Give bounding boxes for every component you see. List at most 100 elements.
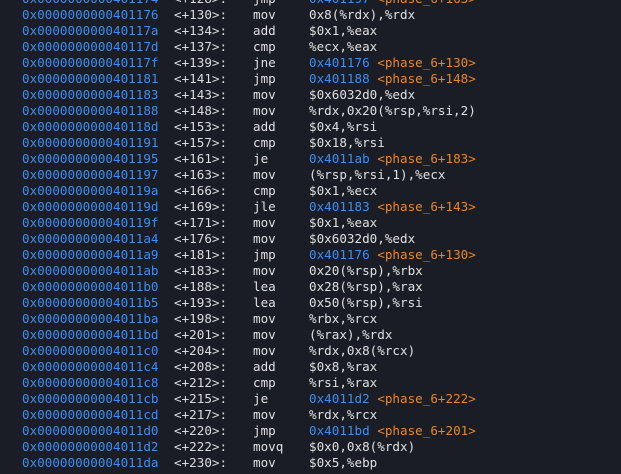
- instruction-operands: $0x18,%rsi: [309, 135, 385, 150]
- jump-target-symbol: <phase_6+163>: [377, 0, 476, 6]
- instruction-offset: <+148>:: [174, 103, 228, 118]
- instruction-mnemonic: jle: [253, 199, 276, 214]
- instruction-address: 0x00000000004011a4: [22, 231, 159, 246]
- instruction-address: 0x00000000004011d0: [22, 423, 159, 438]
- instruction-offset: <+130>:: [174, 7, 228, 22]
- jump-target-address: 0x401188: [309, 71, 370, 86]
- jump-target-address: 0x401176: [309, 247, 370, 262]
- instruction-operands: $0x6032d0,%edx: [309, 231, 416, 246]
- disassembly-row: 0x0000000000401197 <+163>: mov (%rsp,%rsi,1…: [0, 167, 621, 183]
- instruction-offset: <+230>:: [174, 455, 228, 470]
- instruction-offset: <+139>:: [174, 55, 228, 70]
- disassembly-row: 0x00000000004011a4 <+176>: mov $0x6032d0,%e…: [0, 231, 621, 247]
- instruction-mnemonic: cmp: [253, 39, 276, 54]
- jump-operand: 0x4011bd <phase_6+201>: [309, 423, 476, 439]
- disassembly-row: 0x00000000004011c0 <+204>: mov %rdx,0x8(%rc…: [0, 343, 621, 359]
- instruction-operands: $0x6032d0,%edx: [309, 87, 416, 102]
- instruction-offset: <+141>:: [174, 71, 228, 86]
- jump-target-address: 0x4011bd: [309, 423, 370, 438]
- instruction-mnemonic: mov: [253, 311, 276, 326]
- instruction-offset: <+181>:: [174, 247, 228, 262]
- instruction-offset: <+222>:: [174, 439, 228, 454]
- instruction-address: 0x00000000004011bd: [22, 327, 159, 342]
- instruction-address: 0x000000000040118d: [22, 119, 159, 134]
- disassembly-row: 0x00000000004011ba <+198>: mov %rbx,%rcx: [0, 311, 621, 327]
- jump-operand: 0x401176 <phase_6+130>: [309, 247, 476, 263]
- disassembly-view[interactable]: 0x0000000000401174 <+128>: jmp 0x401197 <ph…: [0, 0, 621, 471]
- instruction-offset: <+157>:: [174, 135, 228, 150]
- instruction-offset: <+161>:: [174, 151, 228, 166]
- instruction-mnemonic: lea: [253, 279, 276, 294]
- disassembly-row: 0x00000000004011cd <+217>: mov %rdx,%rcx: [0, 407, 621, 423]
- disassembly-row: 0x000000000040117f <+139>: jne 0x401176 <ph…: [0, 55, 621, 71]
- instruction-mnemonic: cmp: [253, 135, 276, 150]
- instruction-operands: $0x1,%eax: [309, 215, 378, 230]
- instruction-operands: (%rsp,%rsi,1),%ecx: [309, 167, 446, 182]
- disassembly-row: 0x000000000040119f <+171>: mov $0x1,%eax: [0, 215, 621, 231]
- instruction-mnemonic: add: [253, 23, 276, 38]
- disassembly-row: 0x00000000004011a9 <+181>: jmp 0x401176 <ph…: [0, 247, 621, 263]
- instruction-mnemonic: je: [253, 151, 269, 166]
- jump-operand: 0x401176 <phase_6+130>: [309, 55, 476, 71]
- jump-target-address: 0x4011d2: [309, 391, 370, 406]
- jump-operand: 0x401183 <phase_6+143>: [309, 199, 476, 215]
- disassembly-row: 0x0000000000401188 <+148>: mov %rdx,0x20(%r…: [0, 103, 621, 119]
- instruction-operands: %rdx,%rcx: [309, 407, 378, 422]
- instruction-offset: <+201>:: [174, 327, 228, 342]
- disassembly-row: 0x0000000000401195 <+161>: je 0x4011ab <pha…: [0, 151, 621, 167]
- instruction-address: 0x0000000000401191: [22, 135, 159, 150]
- instruction-address: 0x00000000004011c4: [22, 359, 159, 374]
- instruction-mnemonic: jmp: [253, 71, 276, 86]
- disassembly-row: 0x000000000040117a <+134>: add $0x1,%eax: [0, 23, 621, 39]
- disassembly-row: 0x00000000004011ab <+183>: mov 0x20(%rsp),%…: [0, 263, 621, 279]
- instruction-address: 0x00000000004011cb: [22, 391, 159, 406]
- instruction-operands: %rdx,0x8(%rcx): [309, 343, 416, 358]
- instruction-offset: <+166>:: [174, 183, 228, 198]
- jump-target-symbol: <phase_6+143>: [377, 199, 476, 214]
- instruction-address: 0x0000000000401183: [22, 87, 159, 102]
- disassembly-row: 0x00000000004011d0 <+220>: jmp 0x4011bd <ph…: [0, 423, 621, 439]
- instruction-operands: 0x8(%rdx),%rdx: [309, 7, 416, 22]
- disassembly-row: 0x000000000040119d <+169>: jle 0x401183 <ph…: [0, 199, 621, 215]
- disassembly-row: 0x00000000004011c8 <+212>: cmp %rsi,%rax: [0, 375, 621, 391]
- jump-target-symbol: <phase_6+201>: [377, 423, 476, 438]
- instruction-offset: <+183>:: [174, 263, 228, 278]
- instruction-offset: <+171>:: [174, 215, 228, 230]
- instruction-offset: <+176>:: [174, 231, 228, 246]
- instruction-operands: %rbx,%rcx: [309, 311, 378, 326]
- instruction-offset: <+163>:: [174, 167, 228, 182]
- instruction-operands: $0x5,%ebp: [309, 455, 378, 470]
- instruction-mnemonic: mov: [253, 327, 276, 342]
- instruction-mnemonic: add: [253, 359, 276, 374]
- instruction-mnemonic: mov: [253, 455, 276, 470]
- instruction-address: 0x000000000040119a: [22, 183, 159, 198]
- instruction-mnemonic: mov: [253, 231, 276, 246]
- instruction-address: 0x0000000000401174: [22, 0, 158, 7]
- instruction-address: 0x0000000000401195: [22, 151, 159, 166]
- instruction-offset: <+134>:: [174, 23, 228, 38]
- instruction-address: 0x00000000004011c8: [22, 375, 159, 390]
- jump-target-symbol: <phase_6+130>: [377, 55, 476, 70]
- instruction-mnemonic: mov: [253, 215, 276, 230]
- instruction-address: 0x000000000040119d: [22, 199, 159, 214]
- disassembly-row: 0x00000000004011cb <+215>: je 0x4011d2 <pha…: [0, 391, 621, 407]
- instruction-operands: $0x1,%ecx: [309, 183, 378, 198]
- instruction-address: 0x000000000040117a: [22, 23, 159, 38]
- instruction-offset: <+208>:: [174, 359, 228, 374]
- instruction-offset: <+143>:: [174, 87, 228, 102]
- instruction-mnemonic: movq: [253, 439, 284, 454]
- instruction-mnemonic: cmp: [253, 183, 276, 198]
- instruction-address: 0x000000000040117d: [22, 39, 159, 54]
- instruction-mnemonic: mov: [253, 167, 276, 182]
- disassembly-row: 0x000000000040117d <+137>: cmp %ecx,%eax: [0, 39, 621, 55]
- disassembly-row: 0x00000000004011b0 <+188>: lea 0x28(%rsp),%…: [0, 279, 621, 295]
- jump-target-address: 0x401197: [309, 0, 370, 6]
- instruction-address: 0x00000000004011c0: [22, 343, 159, 358]
- disassembly-row: 0x00000000004011bd <+201>: mov (%rax),%rdx: [0, 327, 621, 343]
- instruction-mnemonic: mov: [253, 407, 276, 422]
- instruction-address: 0x00000000004011b0: [22, 279, 159, 294]
- instruction-address: 0x0000000000401188: [22, 103, 159, 118]
- disassembly-row: 0x0000000000401181 <+141>: jmp 0x401188 <ph…: [0, 71, 621, 87]
- jump-target-symbol: <phase_6+222>: [377, 391, 476, 406]
- jump-operand: 0x4011d2 <phase_6+222>: [309, 391, 476, 407]
